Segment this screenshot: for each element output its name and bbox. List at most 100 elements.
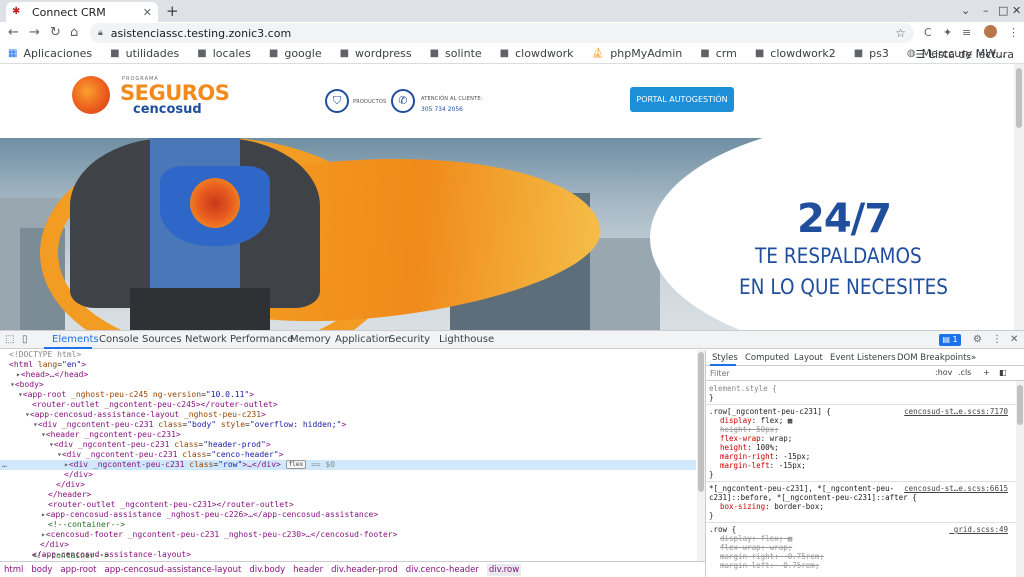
breadcrumb-item[interactable]: div.header-prod (331, 565, 398, 575)
styles-scrollbar-thumb[interactable] (1017, 385, 1023, 425)
back-icon[interactable]: ← (8, 25, 19, 41)
tab-lighthouse[interactable]: Lighthouse (439, 334, 494, 345)
css-property[interactable]: margin-left: -15px; (706, 461, 1016, 470)
breadcrumb-item[interactable]: app-cencosud-assistance-layout (105, 565, 242, 575)
dom-node[interactable]: ▾<app-cencosud-assistance-layout _nghost… (0, 410, 696, 420)
extension-c-icon[interactable]: C (924, 26, 932, 39)
browser-tab[interactable]: ✱ Connect CRM ✕ (6, 2, 158, 22)
maximize-icon[interactable]: □ (998, 4, 1008, 17)
inspect-element-icon[interactable]: ⬚ (5, 334, 14, 345)
reload-icon[interactable]: ↻ (50, 25, 61, 41)
css-rule-selector[interactable]: .row {_grid.scss:49 (706, 525, 1016, 534)
css-rule-selector-cont[interactable]: c231]::before, *[_ngcontent-peu-c231]::a… (706, 493, 1016, 502)
home-icon[interactable]: ⌂ (70, 25, 78, 41)
css-property[interactable]: box-sizing: border-box; (706, 502, 1016, 511)
dom-node[interactable]: ▾<app-root _nghost-peu-c245 ng-version="… (0, 390, 696, 400)
new-tab-button[interactable]: + (166, 2, 179, 20)
reading-list[interactable]: ☰ Lista de lectura (916, 48, 1015, 61)
bookmark-folder[interactable]: ■ ps3 (854, 47, 889, 60)
tab-performance[interactable]: Performance (230, 334, 293, 345)
dom-node[interactable]: <!DOCTYPE html> (0, 350, 696, 360)
css-property-overridden[interactable]: flex-wrap: wrap; (706, 543, 1016, 552)
tab-security[interactable]: Security (389, 334, 430, 345)
css-property-overridden[interactable]: display: flex; ▦ (706, 534, 1016, 543)
css-rule-selector[interactable]: *[_ngcontent-peu-c231], *[_ngcontent-peu… (706, 484, 1016, 493)
css-property[interactable]: margin-right: -15px; (706, 452, 1016, 461)
bookmark-folder[interactable]: ■ solinte (430, 47, 482, 60)
dom-node[interactable]: <!--container--> (0, 520, 696, 530)
new-rule-icon[interactable]: + (983, 368, 990, 377)
logo-cencosud[interactable]: cencosud (133, 102, 202, 117)
tab-close-icon[interactable]: ✕ (143, 6, 152, 19)
menu-kebab-icon[interactable]: ⋮ (1008, 26, 1019, 39)
window-close-icon[interactable]: ✕ (1012, 4, 1021, 17)
tab-sources[interactable]: Sources (142, 334, 182, 345)
url-text[interactable]: asistenciassc.testing.zonic3.com (111, 27, 291, 40)
dom-scrollbar[interactable] (697, 350, 705, 561)
breadcrumb-item[interactable]: html (4, 565, 23, 575)
shield-icon[interactable]: ⛉ (325, 89, 349, 113)
bookmark-folder[interactable]: ■ crm (700, 47, 737, 60)
dom-node[interactable]: ▾<header _ngcontent-peu-c231> (0, 430, 696, 440)
more-dots-icon[interactable]: … (2, 460, 7, 470)
bookmark-folder[interactable]: ■ clowdwork (500, 47, 574, 60)
issues-badge[interactable]: ▤ 1 (939, 334, 961, 346)
dom-node[interactable]: <router-outlet _ngcontent-peu-c231></rou… (0, 500, 696, 510)
tab-network[interactable]: Network (185, 334, 227, 345)
dom-node[interactable]: <!--container--> (0, 551, 696, 561)
breadcrumb-item[interactable]: div.cenco-header (406, 565, 479, 575)
flex-editor-icon[interactable]: ▦ (788, 416, 793, 425)
source-link[interactable]: _grid.scss:49 (949, 525, 1008, 534)
css-property-overridden[interactable]: height: 50px; (706, 425, 1016, 434)
minimize-icon[interactable]: – (983, 4, 989, 17)
css-rule-selector[interactable]: .row[_ngcontent-peu-c231] {cencosud-st…e… (706, 407, 1016, 416)
dom-node[interactable]: ▸<cencosud-footer _ngcontent-peu-c231 _n… (0, 530, 696, 540)
css-property-overridden[interactable]: margin-left: -0.75rem; (706, 561, 1016, 570)
tab-layout[interactable]: Layout (794, 353, 823, 363)
dom-node[interactable]: </div> (0, 470, 696, 480)
tab-application[interactable]: Application (335, 334, 391, 345)
bookmark-folder[interactable]: ■ wordpress (340, 47, 412, 60)
css-property[interactable]: display: flex; ▦ (706, 416, 1016, 425)
extensions-puzzle-icon[interactable]: ✦ (943, 26, 952, 39)
dom-node[interactable]: <router-outlet _ngcontent-peu-c245></rou… (0, 400, 696, 410)
bookmark-folder[interactable]: ■ utilidades (110, 47, 179, 60)
breadcrumb-item[interactable]: header (293, 565, 323, 575)
bookmark-folder[interactable]: ■ locales (197, 47, 251, 60)
dom-node[interactable]: ▾<div _ngcontent-peu-c231 class="cenco-h… (0, 450, 696, 460)
breadcrumb-item[interactable]: div.body (249, 565, 285, 575)
dom-node[interactable]: </div> (0, 540, 696, 550)
hov-toggle[interactable]: :hov (935, 368, 952, 377)
bookmark-folder[interactable]: ■ clowdwork2 (755, 47, 836, 60)
productos-link[interactable]: PRODUCTOS (353, 99, 386, 105)
more-tabs-icon[interactable]: » (971, 353, 976, 363)
bookmark-phpmyadmin[interactable]: ⛵︎ phpMyAdmin (592, 47, 683, 60)
styles-filter-input[interactable] (710, 367, 930, 379)
breadcrumb-item-current[interactable]: div.row (486, 563, 522, 576)
bookmark-folder[interactable]: ■ google (269, 47, 322, 60)
tab-styles[interactable]: Styles (712, 353, 738, 363)
tab-dom-breakpoints[interactable]: DOM Breakpoints (897, 353, 971, 363)
dom-node[interactable]: ▾<body> (0, 380, 696, 390)
flex-editor-icon[interactable]: ▦ (788, 534, 793, 543)
cls-toggle[interactable]: .cls (958, 368, 971, 377)
phone-number[interactable]: 305 734 2056 (421, 106, 463, 113)
dom-node[interactable]: ▾<div _ngcontent-peu-c231 class="body" s… (0, 420, 696, 430)
tab-event-listeners[interactable]: Event Listeners (830, 353, 896, 363)
breadcrumb-item[interactable]: body (31, 565, 52, 575)
breadcrumb-item[interactable]: app-root (60, 565, 96, 575)
portal-autogestion-button[interactable]: PORTAL AUTOGESTIÓN (630, 87, 734, 112)
styles-scrollbar[interactable] (1016, 381, 1024, 577)
profile-avatar[interactable] (984, 25, 997, 38)
source-link[interactable]: cencosud-st…e.scss:7170 (904, 407, 1008, 416)
lock-icon[interactable]: 🔒︎ (98, 28, 103, 38)
dom-node[interactable]: ▸<head>…</head> (0, 370, 696, 380)
dom-node[interactable]: </div> (0, 480, 696, 490)
dom-node[interactable]: ▸<app-cencosud-assistance _nghost-peu-c2… (0, 510, 696, 520)
bookmark-star-icon[interactable]: ☆ (895, 26, 906, 40)
devtools-menu-icon[interactable]: ⋮ (992, 334, 1002, 345)
dom-node[interactable]: </header> (0, 490, 696, 500)
address-bar[interactable]: 🔒︎ asistenciassc.testing.zonic3.com ☆ (90, 23, 914, 43)
tab-computed[interactable]: Computed (745, 353, 789, 363)
sun-logo-icon[interactable] (72, 76, 110, 114)
